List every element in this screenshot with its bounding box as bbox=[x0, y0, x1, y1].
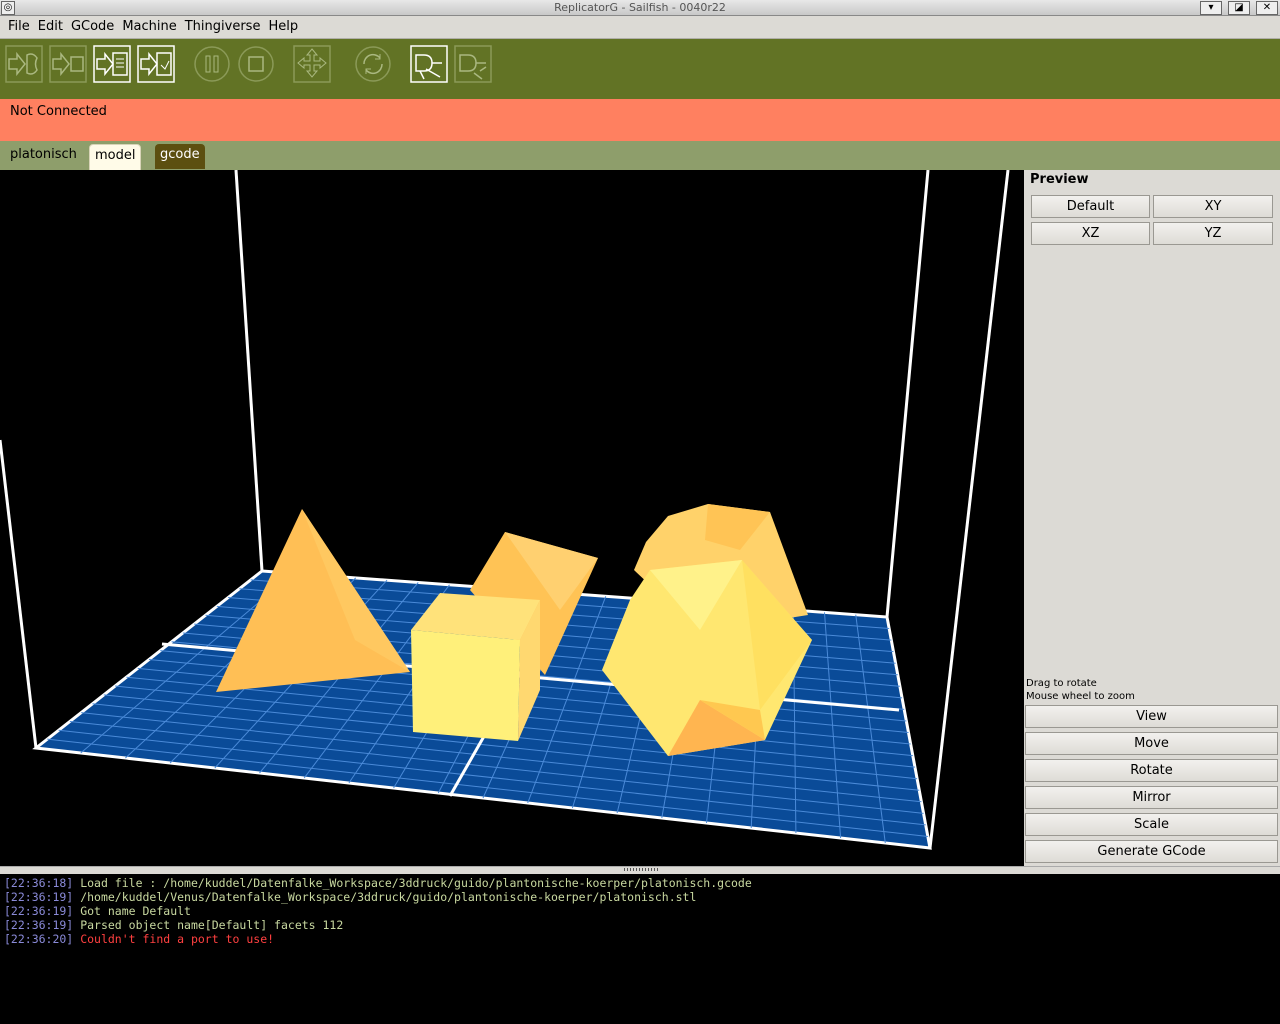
close-icon[interactable]: ✕ bbox=[1256, 1, 1278, 15]
menu-help[interactable]: Help bbox=[264, 16, 302, 38]
tab-gcode[interactable]: gcode bbox=[155, 144, 205, 169]
tab-bar: platonisch model gcode bbox=[0, 141, 1280, 171]
file-to-card-icon[interactable] bbox=[137, 45, 175, 83]
console-error-line: [22:36:20] Couldn't find a port to use! bbox=[4, 932, 275, 946]
rotate-hint: Drag to rotate bbox=[1026, 678, 1097, 689]
title-bar: ◎ ReplicatorG - Sailfish - 0040r22 ▾ ◪ ✕ bbox=[0, 0, 1280, 16]
window-title: ReplicatorG - Sailfish - 0040r22 bbox=[554, 1, 726, 14]
disconnect-icon[interactable] bbox=[454, 45, 492, 83]
menu-file[interactable]: File bbox=[4, 16, 34, 38]
divider-grip-icon[interactable] bbox=[624, 868, 660, 871]
maximize-icon[interactable]: ◪ bbox=[1228, 1, 1250, 15]
reset-icon[interactable] bbox=[354, 45, 392, 83]
menu-bar: File Edit GCode Machine Thingiverse Help bbox=[0, 16, 1280, 39]
console-line: [22:36:18] Load file : /home/kuddel/Date… bbox=[4, 876, 752, 890]
scale-button[interactable]: Scale bbox=[1025, 813, 1278, 836]
tab-model[interactable]: model bbox=[89, 144, 142, 171]
console-log[interactable]: [22:36:18] Load file : /home/kuddel/Date… bbox=[0, 874, 1280, 1024]
toolbar bbox=[0, 39, 1280, 99]
stop-icon[interactable] bbox=[237, 45, 275, 83]
cube-model bbox=[411, 593, 540, 741]
build-to-file-icon[interactable] bbox=[93, 45, 131, 83]
model-3d-viewport[interactable] bbox=[0, 170, 1024, 866]
view-xy-button[interactable]: XY bbox=[1153, 195, 1273, 218]
tab-platonisch[interactable]: platonisch bbox=[5, 144, 82, 169]
connection-status-bar: Not Connected bbox=[0, 99, 1280, 141]
pause-icon[interactable] bbox=[193, 45, 231, 83]
view-yz-button[interactable]: YZ bbox=[1153, 222, 1273, 245]
generate-gcode-button[interactable]: Generate GCode bbox=[1025, 840, 1278, 863]
minimize-icon[interactable]: ▾ bbox=[1200, 1, 1222, 15]
rotate-button[interactable]: Rotate bbox=[1025, 759, 1278, 782]
view-xz-button[interactable]: XZ bbox=[1031, 222, 1150, 245]
console-line: [22:36:19] Got name Default bbox=[4, 904, 191, 918]
connect-icon[interactable] bbox=[410, 45, 448, 83]
move-button[interactable]: Move bbox=[1025, 732, 1278, 755]
view-default-button[interactable]: Default bbox=[1031, 195, 1150, 218]
menu-edit[interactable]: Edit bbox=[34, 16, 67, 38]
upload-icon[interactable] bbox=[49, 45, 87, 83]
preview-panel: Preview Default XY XZ YZ Drag to rotate … bbox=[1024, 170, 1280, 866]
jog-icon[interactable] bbox=[293, 45, 331, 83]
view-button[interactable]: View bbox=[1025, 705, 1278, 728]
menu-thingiverse[interactable]: Thingiverse bbox=[181, 16, 265, 38]
console-line: [22:36:19] /home/kuddel/Venus/Datenfalke… bbox=[4, 890, 697, 904]
build-icon[interactable] bbox=[5, 45, 43, 83]
zoom-hint: Mouse wheel to zoom bbox=[1026, 691, 1135, 702]
menu-gcode[interactable]: GCode bbox=[67, 16, 118, 38]
preview-title: Preview bbox=[1030, 172, 1089, 187]
menu-machine[interactable]: Machine bbox=[118, 16, 180, 38]
mirror-button[interactable]: Mirror bbox=[1025, 786, 1278, 809]
console-line: [22:36:19] Parsed object name[Default] f… bbox=[4, 918, 344, 932]
connection-status-text: Not Connected bbox=[10, 104, 107, 119]
